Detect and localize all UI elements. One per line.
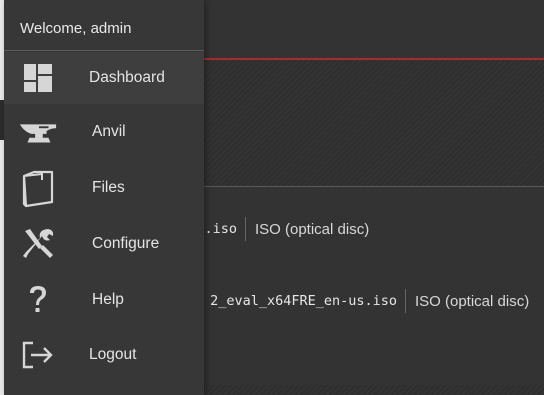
help-icon [18,282,58,318]
nav-label: Anvil [92,123,126,140]
folder-icon [18,170,58,208]
welcome-text: Welcome, admin [4,0,204,51]
nav-label: Files [92,179,125,196]
tools-icon [18,226,58,262]
file-type: ISO (optical disc) [415,292,530,310]
logout-icon [18,337,58,373]
nav-item-files[interactable]: Files [4,162,204,214]
nav-item-dashboard[interactable]: Dashboard [4,52,204,104]
nav-item-configure[interactable]: Configure [4,218,204,270]
navigation-drawer: Welcome, admin Dashboard Anvil Files Con… [4,0,204,395]
divider [245,217,246,241]
divider [405,289,406,313]
file-type: ISO (optical disc) [255,220,370,238]
anvil-icon [18,114,58,150]
dashboard-icon [18,60,58,96]
nav-label: Help [92,291,124,308]
nav-item-help[interactable]: Help [4,274,204,326]
nav-label: Logout [89,346,137,363]
screen: .iso ISO (optical disc) 2_eval_x64FRE_en… [0,0,544,395]
nav-item-logout[interactable]: Logout [4,329,204,381]
nav-label: Configure [92,235,160,252]
nav-label: Dashboard [89,69,165,86]
nav-item-anvil[interactable]: Anvil [4,106,204,158]
